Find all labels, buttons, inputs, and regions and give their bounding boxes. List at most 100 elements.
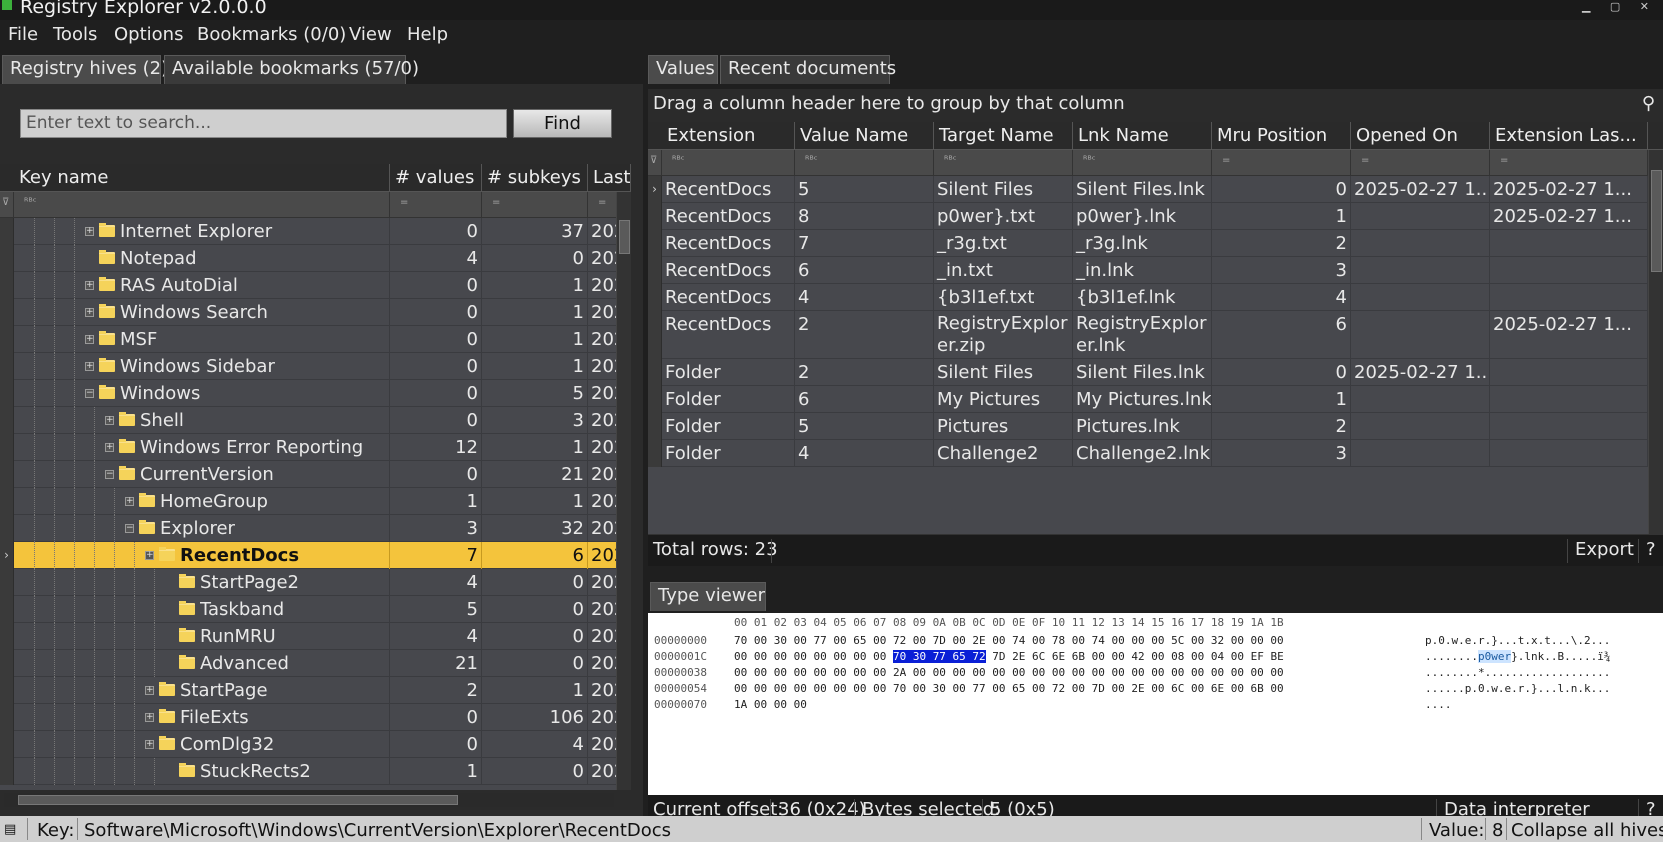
menu-view[interactable]: View bbox=[349, 24, 392, 45]
tab-registry-hives[interactable]: Registry hives (2) bbox=[2, 55, 168, 84]
tree-row[interactable]: − CurrentVersion 0 21 202 bbox=[0, 461, 631, 488]
menu-help[interactable]: Help bbox=[407, 24, 448, 45]
tree-row[interactable]: + Windows Sidebar 0 1 202 bbox=[0, 353, 631, 380]
menu-options[interactable]: Options bbox=[114, 24, 183, 45]
search-input[interactable]: Enter text to search... bbox=[20, 109, 507, 138]
values-panel: Values Recent documents Drag a column he… bbox=[645, 52, 1663, 827]
value-row[interactable]: Folder 5 Pictures Pictures.lnk 2 bbox=[648, 413, 1648, 440]
value-row[interactable]: › RecentDocs 5 Silent Files Silent Files.lnk… bbox=[648, 176, 1648, 203]
tab-available-bookmarks[interactable]: Available bookmarks (57/0) bbox=[164, 55, 419, 84]
value-row[interactable]: RecentDocs 4 {b3l1ef.txt {b3l1ef.lnk 4 bbox=[648, 284, 1648, 311]
tree-row[interactable]: + FileExts 0 106 202 bbox=[0, 704, 631, 731]
tree-row[interactable]: + HomeGroup 1 1 202 bbox=[0, 488, 631, 515]
col-target-name[interactable]: Target Name bbox=[934, 122, 1073, 150]
expand-icon[interactable]: + bbox=[145, 686, 154, 695]
group-by-bar[interactable]: Drag a column header here to group by th… bbox=[648, 89, 1663, 122]
expand-icon[interactable]: + bbox=[85, 227, 94, 236]
expand-icon[interactable]: + bbox=[85, 335, 94, 344]
filter-extension[interactable]: ᴿᴮᶜ bbox=[662, 150, 795, 176]
menu-tools[interactable]: Tools bbox=[53, 24, 97, 45]
col-mru-position[interactable]: Mru Position bbox=[1212, 122, 1351, 150]
tree-horizontal-scrollbar[interactable] bbox=[4, 793, 614, 807]
filter-mru-position[interactable]: = bbox=[1212, 150, 1351, 176]
filter-opened-on[interactable]: = bbox=[1351, 150, 1490, 176]
filter-lnk-name[interactable]: ᴿᴮᶜ bbox=[1073, 150, 1212, 176]
tree-row[interactable]: + Windows Search 0 1 202 bbox=[0, 299, 631, 326]
collapse-icon[interactable]: − bbox=[105, 470, 114, 479]
values-count: 1 bbox=[390, 488, 482, 515]
tree-row[interactable]: + MSF 0 1 202 bbox=[0, 326, 631, 353]
col-lnk-name[interactable]: Lnk Name bbox=[1073, 122, 1212, 150]
col-extension-last-opened[interactable]: Extension Las... bbox=[1490, 122, 1648, 150]
tree-row[interactable]: Taskband 5 0 202 bbox=[0, 596, 631, 623]
expand-icon[interactable]: + bbox=[85, 281, 94, 290]
find-button[interactable]: Find bbox=[513, 109, 612, 138]
tree-row[interactable]: + StartPage 2 1 202 bbox=[0, 677, 631, 704]
tree-row[interactable]: + Shell 0 3 202 bbox=[0, 407, 631, 434]
value-row[interactable]: RecentDocs 6 _in.txt _in.lnk 3 bbox=[648, 257, 1648, 284]
tree-row[interactable]: + Windows Error Reporting 12 1 202 bbox=[0, 434, 631, 461]
filter-extension-last[interactable]: = bbox=[1490, 150, 1648, 176]
col-key-name[interactable]: Key name bbox=[14, 164, 390, 192]
collapse-all-hives-button[interactable]: Collapse all hives bbox=[1511, 820, 1663, 841]
hex-viewer[interactable]: 00 01 02 03 04 05 06 07 08 09 0A 0B 0C 0… bbox=[648, 613, 1663, 795]
tree-guides bbox=[0, 299, 94, 326]
expand-icon[interactable]: + bbox=[85, 308, 94, 317]
tab-type-viewer[interactable]: Type viewer bbox=[650, 582, 766, 611]
value-row[interactable]: Folder 4 Challenge2 Challenge2.lnk 3 bbox=[648, 440, 1648, 467]
value-row[interactable]: RecentDocs 2 RegistryExplorer.zip RegistryE… bbox=[648, 311, 1648, 359]
tree-guides bbox=[0, 677, 154, 704]
expand-icon[interactable]: + bbox=[145, 740, 154, 749]
tree-row[interactable]: + ComDlg32 0 4 202 bbox=[0, 731, 631, 758]
tree-row-selected[interactable]: › + RecentDocs 7 6 202 bbox=[0, 542, 631, 569]
col-last-write[interactable]: Last w bbox=[588, 164, 631, 192]
values-vertical-scrollbar[interactable] bbox=[1648, 150, 1663, 534]
values-scroll-thumb[interactable] bbox=[1651, 170, 1662, 272]
collapse-icon[interactable]: − bbox=[85, 389, 94, 398]
value-row[interactable]: Folder 6 My Pictures My Pictures.lnk 1 bbox=[648, 386, 1648, 413]
filter-values[interactable]: = bbox=[390, 192, 482, 218]
tree-row[interactable]: StartPage2 4 0 202 bbox=[0, 569, 631, 596]
tree-row[interactable]: − Explorer 3 32 202 bbox=[0, 515, 631, 542]
window-controls[interactable]: ▁ ▢ ✕ bbox=[1582, 0, 1657, 13]
collapse-icon[interactable]: − bbox=[125, 524, 134, 533]
tree-row[interactable]: + Internet Explorer 0 37 202 bbox=[0, 218, 631, 245]
tab-recent-documents[interactable]: Recent documents bbox=[720, 55, 896, 84]
tab-values[interactable]: Values bbox=[648, 55, 718, 84]
expand-icon[interactable]: + bbox=[145, 713, 154, 722]
tree-row[interactable]: StuckRects2 1 0 202 bbox=[0, 758, 631, 785]
col-value-name[interactable]: Value Name bbox=[795, 122, 934, 150]
value-row[interactable]: Folder 2 Silent Files Silent Files.lnk 0 2025… bbox=[648, 359, 1648, 386]
expand-icon[interactable]: + bbox=[145, 551, 154, 560]
col-values[interactable]: # values bbox=[390, 164, 482, 192]
filter-value-name[interactable]: ᴿᴮᶜ bbox=[795, 150, 934, 176]
subkeys-count: 1 bbox=[482, 272, 588, 299]
value-row[interactable]: RecentDocs 7 _r3g.txt _r3g.lnk 2 bbox=[648, 230, 1648, 257]
expand-icon[interactable]: + bbox=[125, 497, 134, 506]
filter-subkeys[interactable]: = bbox=[482, 192, 588, 218]
menu-bookmarks[interactable]: Bookmarks (0/0) bbox=[197, 24, 346, 45]
tree-vertical-scrollbar[interactable] bbox=[616, 192, 631, 790]
expand-icon[interactable]: + bbox=[85, 362, 94, 371]
tree-scroll-thumb[interactable] bbox=[619, 220, 630, 254]
col-opened-on[interactable]: Opened On bbox=[1351, 122, 1490, 150]
value-row[interactable]: RecentDocs 8 p0wer}.txt p0wer}.lnk 1 2025-02-… bbox=[648, 203, 1648, 230]
menu-file[interactable]: File bbox=[8, 24, 38, 45]
filter-target-name[interactable]: ᴿᴮᶜ bbox=[934, 150, 1073, 176]
tree-row[interactable]: Notepad 4 0 202 bbox=[0, 245, 631, 272]
tree-row[interactable]: RunMRU 4 0 202 bbox=[0, 623, 631, 650]
col-subkeys[interactable]: # subkeys bbox=[482, 164, 588, 192]
tree-row[interactable]: Advanced 21 0 202 bbox=[0, 650, 631, 677]
search-icon[interactable]: ⚲ bbox=[1642, 93, 1655, 114]
values-help-button[interactable]: ? bbox=[1646, 539, 1656, 560]
tree-row[interactable]: + RAS AutoDial 0 1 202 bbox=[0, 272, 631, 299]
tree-row[interactable]: − Windows 0 5 202 bbox=[0, 380, 631, 407]
values-count: 4 bbox=[390, 245, 482, 272]
tree-hscroll-thumb[interactable] bbox=[18, 795, 458, 805]
export-button[interactable]: Export bbox=[1575, 539, 1634, 560]
expand-icon[interactable]: + bbox=[105, 416, 114, 425]
hex-line-1: 00 00 00 00 00 00 00 00 70 30 77 65 72 7… bbox=[734, 650, 1284, 663]
filter-key-name[interactable]: ᴿᴮᶜ bbox=[14, 192, 390, 218]
col-extension[interactable]: Extension bbox=[662, 122, 795, 150]
expand-icon[interactable]: + bbox=[105, 443, 114, 452]
